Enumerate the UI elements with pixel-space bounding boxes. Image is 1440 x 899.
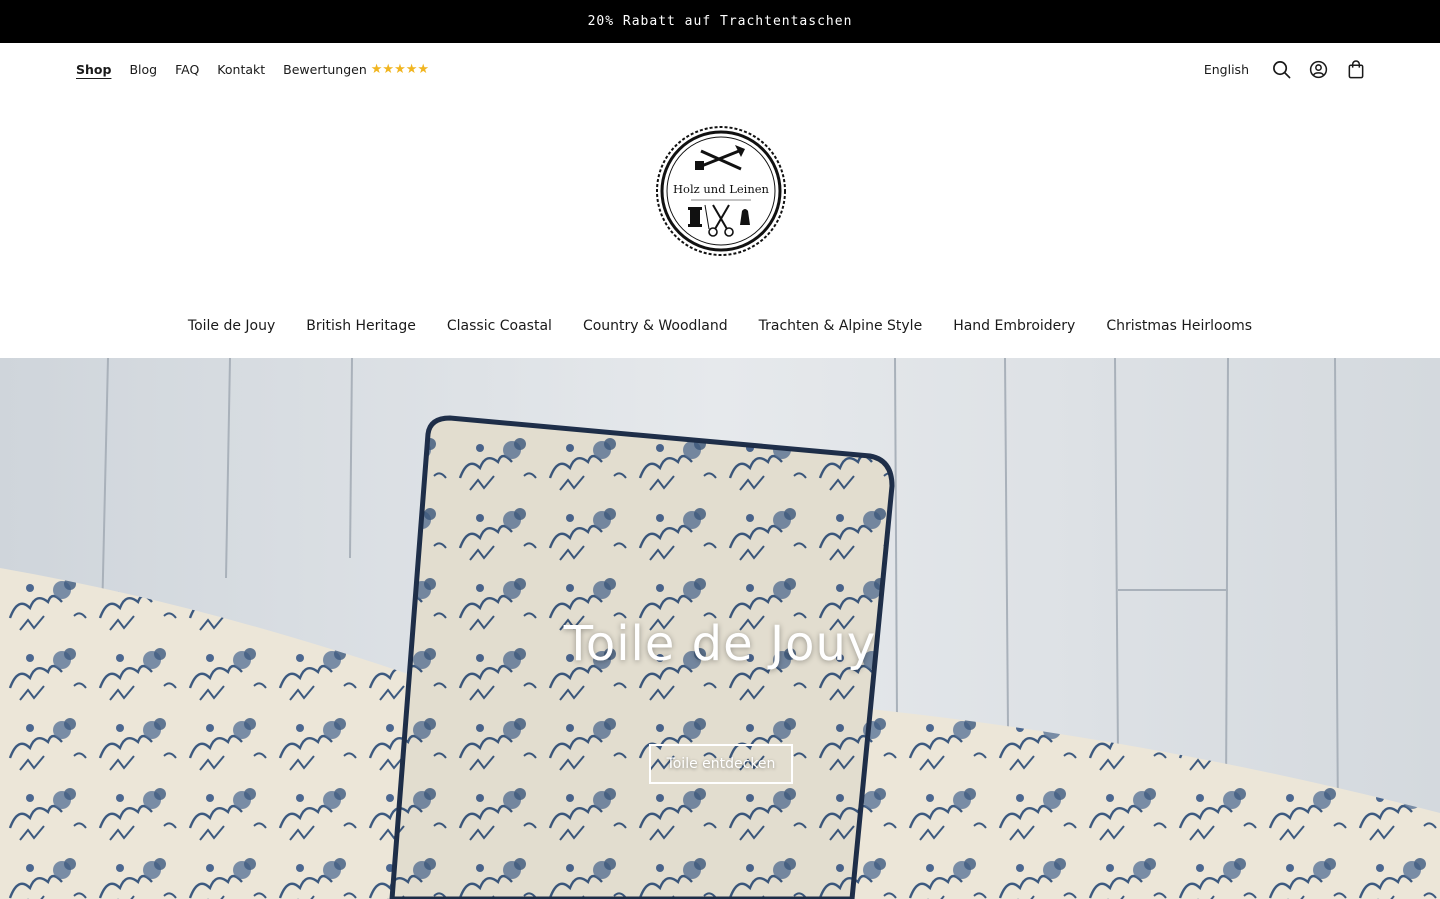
- category-nav: Toile de Jouy British Heritage Classic C…: [0, 318, 1440, 342]
- hero-banner: Toile de Jouy Toile entdecken: [0, 358, 1440, 899]
- category-british-heritage[interactable]: British Heritage: [306, 318, 416, 342]
- search-icon[interactable]: [1271, 59, 1292, 80]
- announcement-text: 20% Rabatt auf Trachtentaschen: [587, 14, 853, 29]
- hero-title: Toile de Jouy: [563, 616, 877, 672]
- header-topbar: Shop Blog FAQ Kontakt Bewertungen ★★★★★ …: [0, 43, 1440, 99]
- top-nav-faq[interactable]: FAQ: [175, 62, 199, 77]
- top-nav-kontakt[interactable]: Kontakt: [217, 62, 265, 77]
- top-nav: Shop Blog FAQ Kontakt Bewertungen ★★★★★: [76, 62, 429, 77]
- top-nav-blog[interactable]: Blog: [129, 62, 157, 77]
- category-classic-coastal[interactable]: Classic Coastal: [447, 318, 552, 342]
- category-country-woodland[interactable]: Country & Woodland: [583, 318, 728, 342]
- header-utility: English: [1204, 59, 1366, 80]
- top-nav-shop[interactable]: Shop: [76, 62, 111, 77]
- site-logo[interactable]: Holz und Leinen: [655, 125, 787, 257]
- account-icon[interactable]: [1308, 59, 1329, 80]
- category-toile-de-jouy[interactable]: Toile de Jouy: [188, 318, 275, 342]
- cart-icon[interactable]: [1345, 59, 1366, 80]
- category-trachten-alpine[interactable]: Trachten & Alpine Style: [759, 318, 923, 342]
- hero-cta-button[interactable]: Toile entdecken: [649, 744, 793, 784]
- rating-stars-icon: ★★★★★: [370, 62, 430, 77]
- category-hand-embroidery[interactable]: Hand Embroidery: [953, 318, 1075, 342]
- language-selector[interactable]: English: [1204, 62, 1249, 77]
- top-nav-bewertungen[interactable]: Bewertungen ★★★★★: [283, 62, 429, 77]
- category-christmas-heirlooms[interactable]: Christmas Heirlooms: [1106, 318, 1252, 342]
- logo-seal-icon: Holz und Leinen: [656, 126, 786, 256]
- top-nav-bewertungen-label: Bewertungen: [283, 62, 367, 77]
- svg-text:Holz und Leinen: Holz und Leinen: [673, 182, 770, 196]
- announcement-bar: 20% Rabatt auf Trachtentaschen: [0, 0, 1440, 43]
